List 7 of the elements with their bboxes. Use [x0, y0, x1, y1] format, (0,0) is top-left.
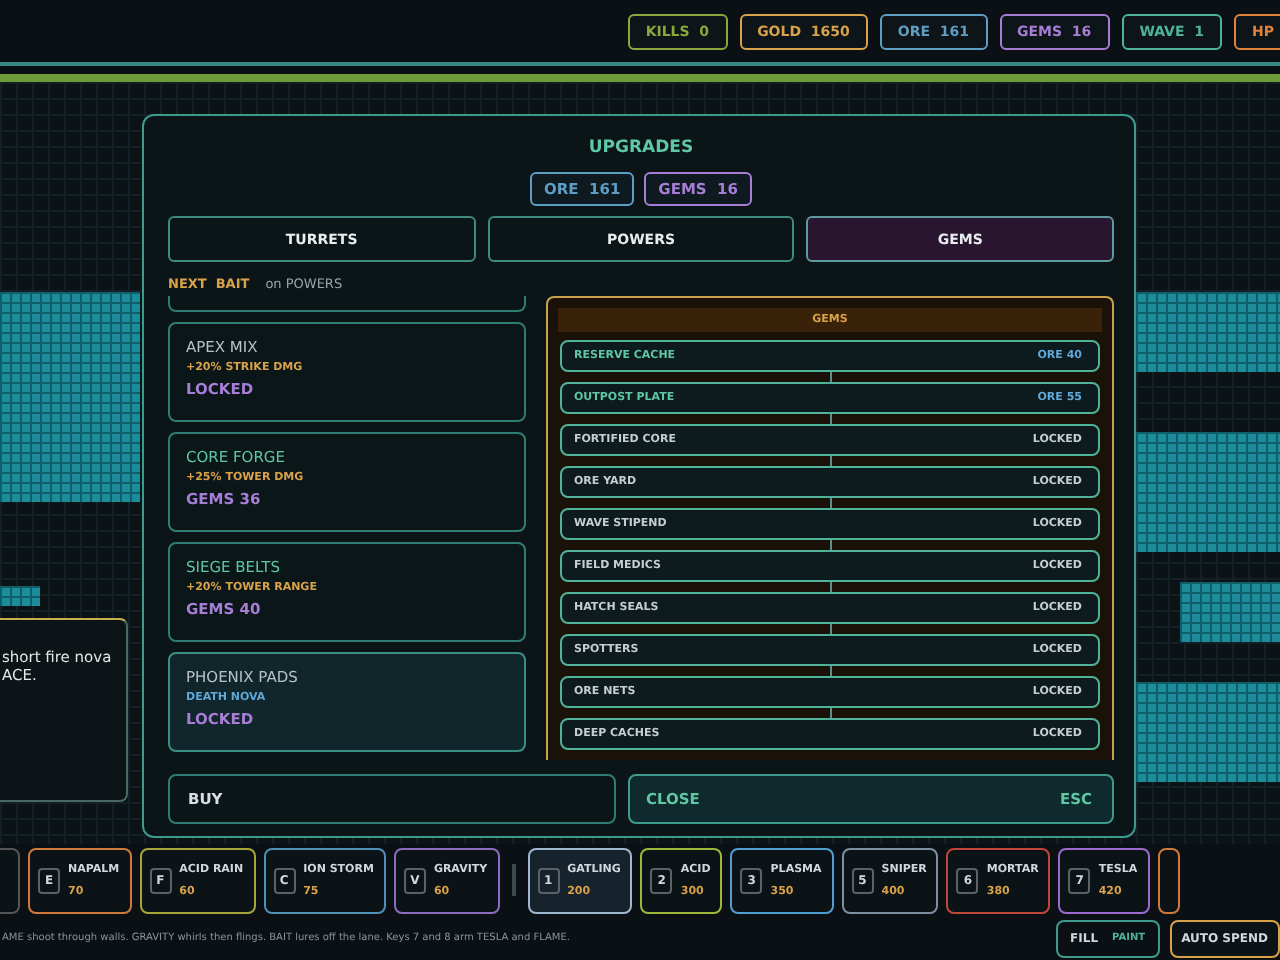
dialog-title: UPGRADES	[586, 138, 696, 158]
wall-tile-block	[1136, 292, 1280, 372]
tool-slot[interactable]	[1157, 847, 1180, 913]
wall-tile-block	[1136, 682, 1280, 782]
wall-tile-block	[1180, 582, 1280, 642]
wall-tile-block	[0, 586, 40, 606]
wall-tile-block	[1136, 432, 1280, 552]
